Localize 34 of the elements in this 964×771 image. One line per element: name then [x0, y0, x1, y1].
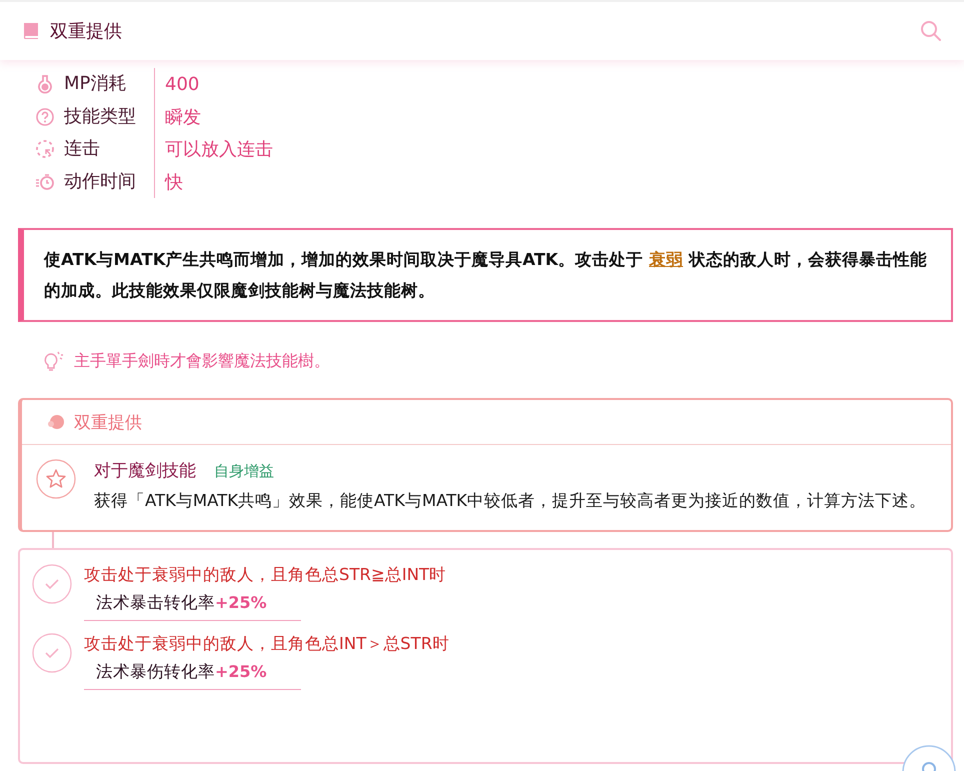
effect-text: 获得「ATK与MATK共鸣」效果，能使ATK与MATK中较低者，提升至与较高者更为接近的数值，计算方法下述。: [94, 490, 928, 512]
stat-value: 400: [164, 74, 200, 95]
check-circle-icon: [32, 564, 72, 604]
lightbulb-icon: [42, 350, 64, 372]
effect-tag: 自身增益: [214, 462, 274, 481]
star-badge-icon: [36, 459, 76, 499]
description-text: 使ATK与MATK产生共鸣而增加，增加的效果时间取决于魔导具ATK。攻击处于 衰弱 状态的敌人时，会获得暴击性能的加成。此技能效果仅限魔剑技能树与魔法技能树。: [44, 249, 928, 302]
tip-text: 主手單手劍時才會影響魔法技能樹。: [74, 350, 330, 372]
stat-label: 技能类型: [64, 100, 155, 133]
search-icon[interactable]: [920, 20, 942, 42]
stat-value: 可以放入连击: [164, 138, 273, 162]
page-title: 双重提供: [50, 20, 122, 43]
stat-label: 连击: [64, 133, 155, 166]
dashed-circle-icon: [35, 139, 55, 160]
condition-text: 攻击处于衰弱中的敌人，且角色总STR≧总INT时: [84, 564, 446, 586]
stat-value: +25%: [215, 662, 267, 681]
potion-icon: [35, 74, 55, 94]
stat-value: 瞬发: [164, 106, 201, 129]
blob-icon: [46, 412, 66, 432]
stat-name: 法术暴击转化率: [96, 593, 215, 612]
stat-value: +25%: [215, 593, 267, 612]
effect-target: 对于魔剑技能: [94, 460, 196, 482]
stat-label: 动作时间: [64, 166, 155, 198]
status-link[interactable]: 衰弱: [649, 250, 684, 269]
stat-value: 快: [164, 170, 183, 194]
book-icon: [22, 22, 40, 40]
stat-name: 法术暴伤转化率: [96, 662, 215, 681]
stat-label: MP消耗: [64, 68, 155, 100]
question-icon: [35, 106, 55, 127]
floating-button-icon[interactable]: [902, 743, 956, 771]
condition-text: 攻击处于衰弱中的敌人，且角色总INT＞总STR时: [84, 633, 450, 655]
stopwatch-icon: [35, 172, 55, 192]
card-title: 双重提供: [74, 412, 142, 434]
check-circle-icon: [32, 633, 72, 673]
